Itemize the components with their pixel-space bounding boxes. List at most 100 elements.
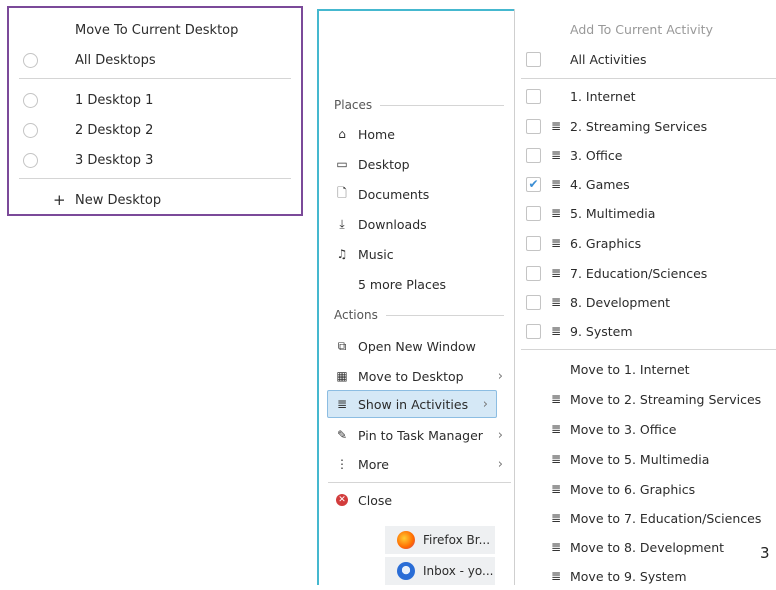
place-item-documents[interactable]: 🗋 Documents	[328, 180, 511, 208]
activities-icon: ≣	[550, 569, 562, 583]
taskbar-item-firefox[interactable]: Firefox Br...	[385, 526, 495, 554]
separator	[328, 482, 511, 483]
desktop-item[interactable]: 2 Desktop 2	[9, 116, 301, 144]
place-item-music[interactable]: ♫ Music	[328, 240, 511, 268]
separator	[19, 78, 291, 79]
move-to-desktop-item[interactable]: ▦ Move to Desktop ›	[328, 362, 511, 390]
activity-label: 9. System	[570, 323, 633, 339]
download-icon: ⤓	[339, 216, 345, 231]
task-context-menu: Places ⌂ Home ▭ Desktop 🗋 Documents ⤓ Do…	[320, 88, 516, 528]
activity-item[interactable]: ≣ 2. Streaming Services	[515, 112, 776, 140]
desktops-grid-icon: ▦	[336, 369, 348, 383]
show-in-activities-item[interactable]: ≣ Show in Activities ›	[327, 390, 497, 418]
activities-icon: ≣	[550, 177, 562, 191]
move-to-activity-item[interactable]: ≣ Move to 2. Streaming Services	[515, 385, 776, 413]
activity-item[interactable]: ≣ 8. Development	[515, 288, 776, 316]
separator	[521, 349, 776, 350]
taskbar-item-thunderbird[interactable]: Inbox - yo...	[385, 557, 495, 585]
activities-icon: ≣	[550, 119, 562, 133]
activity-label: 4. Games	[570, 176, 630, 192]
document-icon: 🗋	[337, 185, 347, 200]
move-to-activity-item[interactable]: ≣ Move to 9. System	[515, 562, 776, 590]
move-to-label: Move to 8. Development	[570, 539, 725, 555]
activity-item-internet[interactable]: 1. Internet	[515, 82, 776, 110]
add-to-activity-label: Add To Current Activity	[570, 21, 713, 37]
activity-label: 8. Development	[570, 294, 671, 310]
all-activities-item[interactable]: All Activities	[515, 45, 776, 73]
place-label: Home	[358, 126, 395, 142]
checkbox[interactable]	[526, 51, 541, 67]
checkbox[interactable]	[526, 147, 541, 163]
pin-icon: ✎	[336, 428, 348, 442]
activity-item[interactable]: ≣ 6. Graphics	[515, 229, 776, 257]
desktop-label: 2 Desktop 2	[75, 122, 154, 138]
activities-icon: ≣	[550, 324, 562, 338]
chevron-right-icon: ›	[482, 396, 488, 412]
radio-icon	[23, 122, 38, 138]
place-label: Music	[358, 246, 394, 262]
desktop-item[interactable]: 3 Desktop 3	[9, 146, 301, 174]
activities-icon: ≣	[550, 236, 562, 250]
place-item-desktop[interactable]: ▭ Desktop	[328, 150, 511, 178]
move-to-activity-item[interactable]: ≣ Move to 6. Graphics	[515, 475, 776, 503]
radio-icon	[23, 92, 38, 108]
activity-item[interactable]: ≣ 5. Multimedia	[515, 199, 776, 227]
radio-icon	[23, 152, 38, 168]
activities-icon: ≣	[550, 540, 562, 554]
activity-label: 3. Office	[570, 147, 623, 163]
activity-item[interactable]: ≣ 3. Office	[515, 141, 776, 169]
place-item-downloads[interactable]: ⤓ Downloads	[328, 210, 511, 238]
thunderbird-icon	[397, 562, 415, 580]
close-icon: ✕	[336, 494, 348, 506]
activity-item[interactable]: ✔ ≣ 4. Games	[515, 170, 776, 198]
place-label: Documents	[358, 186, 430, 202]
more-item[interactable]: ⋮ More ›	[328, 450, 511, 478]
desktop-item[interactable]: 1 Desktop 1	[9, 86, 301, 114]
activity-label: 5. Multimedia	[570, 205, 656, 221]
desktop-icon: ▭	[336, 157, 348, 171]
new-desktop-label: New Desktop	[75, 192, 162, 208]
move-to-activity-item[interactable]: ≣ Move to 8. Development	[515, 533, 776, 561]
close-item[interactable]: ✕ Close	[328, 486, 511, 514]
activities-icon: ≣	[550, 266, 562, 280]
more-places-item[interactable]: 5 more Places	[328, 270, 511, 298]
checkbox[interactable]	[526, 88, 541, 104]
close-label: Close	[358, 492, 393, 508]
activity-label: 7. Education/Sciences	[570, 265, 708, 281]
move-to-activity-item[interactable]: Move to 1. Internet	[515, 355, 776, 383]
actions-header-label: Actions	[334, 308, 378, 322]
separator	[19, 178, 291, 179]
checkbox[interactable]	[526, 265, 541, 281]
checkbox[interactable]	[526, 205, 541, 221]
all-desktops-item[interactable]: All Desktops	[9, 46, 301, 74]
move-to-current-desktop-label: Move To Current Desktop	[75, 22, 239, 38]
activities-icon: ≣	[550, 392, 562, 406]
move-to-activity-item[interactable]: ≣ Move to 3. Office	[515, 415, 776, 443]
pin-to-task-manager-item[interactable]: ✎ Pin to Task Manager ›	[328, 421, 511, 449]
action-label: Move to Desktop	[358, 368, 464, 384]
new-desktop-item[interactable]: + New Desktop	[9, 186, 301, 214]
move-to-activity-item[interactable]: ≣ Move to 5. Multimedia	[515, 445, 776, 473]
move-to-label: Move to 7. Education/Sciences	[570, 510, 762, 526]
taskbar-label: Firefox Br...	[423, 533, 491, 547]
move-to-current-desktop-item[interactable]: Move To Current Desktop	[9, 16, 301, 44]
checkbox-checked[interactable]: ✔	[526, 176, 541, 192]
move-to-activity-item[interactable]: ≣ Move to 7. Education/Sciences	[515, 504, 776, 532]
activities-icon: ≣	[550, 452, 562, 466]
more-vertical-icon: ⋮	[336, 457, 348, 471]
activity-item[interactable]: ≣ 9. System	[515, 317, 776, 345]
actions-header: Actions	[334, 308, 504, 322]
open-new-window-item[interactable]: ⧉ Open New Window	[328, 332, 511, 360]
checkbox[interactable]	[526, 323, 541, 339]
chevron-right-icon: ›	[497, 368, 503, 384]
checkbox[interactable]	[526, 118, 541, 134]
activity-item[interactable]: ≣ 7. Education/Sciences	[515, 259, 776, 287]
chevron-right-icon: ›	[497, 456, 503, 472]
home-icon: ⌂	[338, 127, 346, 141]
taskbar-label: Inbox - yo...	[423, 564, 494, 578]
checkbox[interactable]	[526, 235, 541, 251]
place-item-home[interactable]: ⌂ Home	[328, 120, 511, 148]
all-desktops-label: All Desktops	[75, 52, 156, 68]
checkbox[interactable]	[526, 294, 541, 310]
activity-label: 2. Streaming Services	[570, 118, 708, 134]
